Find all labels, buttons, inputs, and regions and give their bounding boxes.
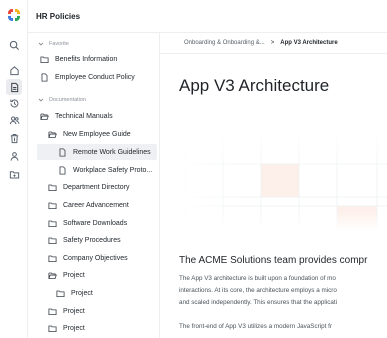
document-icon[interactable] (6, 79, 22, 95)
sidebar-item-remote-work-guidelines[interactable]: Remote Work Guidelines (37, 144, 157, 160)
folder-icon (56, 290, 65, 297)
folder-icon (48, 308, 57, 315)
paragraph-line: The App V3 architecture is built upon a … (179, 275, 336, 282)
folder-icon (40, 56, 49, 63)
sidebar-item-label: Employee Conduct Policy (55, 73, 135, 81)
breadcrumb-parent-link[interactable]: Onboarding & Onboarding &... (184, 40, 265, 46)
folder-icon (48, 220, 57, 227)
icon-rail (0, 0, 28, 338)
sidebar-item-label: Technical Manuals (55, 112, 113, 120)
folder-icon (48, 237, 57, 244)
file-icon (41, 72, 48, 82)
breadcrumb-separator: > (270, 40, 275, 46)
sidebar-item-project[interactable]: Project (56, 285, 93, 301)
folder-open-icon (48, 272, 57, 279)
folder-icon (48, 184, 57, 191)
sidebar-item-employee-conduct-policy[interactable]: Employee Conduct Policy (40, 69, 135, 85)
sidebar-item-new-employee-guide[interactable]: New Employee Guide (48, 126, 131, 142)
sidebar-item-department-directory[interactable]: Department Directory (48, 179, 130, 195)
app-logo[interactable] (7, 8, 21, 22)
sidebar-item-label: Project (63, 307, 85, 315)
breadcrumb: Onboarding & Onboarding &... > App V3 Ar… (160, 33, 387, 54)
paragraph-line: interactions. At its core, the architect… (179, 287, 337, 294)
paragraph-line: and scaled independently. This ensures t… (179, 299, 337, 306)
sidebar-item-label: Project (71, 289, 93, 297)
sidebar-item-label: Company Objectives (63, 254, 128, 262)
workspace-header: HR Policies (28, 0, 387, 33)
search-icon[interactable] (6, 37, 22, 53)
folder-icon (48, 325, 57, 332)
sidebar-item-project[interactable]: Project (48, 320, 85, 336)
file-icon (59, 165, 66, 175)
sidebar-item-label: Department Directory (63, 183, 130, 191)
paragraph-line: The front-end of App V3 utilizes a moder… (179, 323, 332, 330)
sidebar-item-label: Software Downloads (63, 219, 128, 227)
favorite-section-label: Favorite (49, 41, 69, 47)
folder-icon[interactable] (6, 166, 22, 182)
folder-icon (48, 202, 57, 209)
documentation-section-label: Documentation (49, 97, 86, 103)
sidebar-item-label: Career Advancement (63, 201, 129, 209)
folder-open-icon (48, 131, 57, 138)
sidebar-item-label: Safety Procedures (63, 236, 121, 244)
sidebar: Favorite Benefits Information Employee C… (28, 33, 160, 338)
person-icon[interactable] (6, 148, 22, 164)
document-view: Onboarding & Onboarding &... > App V3 Ar… (160, 33, 387, 338)
sidebar-item-career-advancement[interactable]: Career Advancement (48, 197, 129, 213)
favorite-section-toggle[interactable]: Favorite (38, 41, 69, 47)
trash-icon[interactable] (6, 130, 22, 146)
sidebar-item-benefits-information[interactable]: Benefits Information (40, 51, 117, 67)
file-icon (59, 147, 66, 157)
sidebar-item-label: Project (63, 271, 85, 279)
sidebar-item-workplace-safety-protocols[interactable]: Workplace Safety Proto... (58, 162, 152, 178)
history-icon[interactable] (6, 95, 22, 111)
section-heading: The ACME Solutions team provides compr (179, 255, 368, 266)
folder-open-icon (40, 113, 49, 120)
decorative-grid-image (180, 131, 387, 231)
sidebar-item-label: New Employee Guide (63, 130, 131, 138)
sidebar-item-safety-procedures[interactable]: Safety Procedures (48, 232, 121, 248)
sidebar-item-label: Project (63, 324, 85, 332)
chevron-down-icon (38, 42, 44, 46)
home-icon[interactable] (6, 62, 22, 78)
documentation-section-toggle[interactable]: Documentation (38, 97, 86, 103)
sidebar-item-project[interactable]: Project (48, 267, 85, 283)
users-icon[interactable] (6, 112, 22, 128)
sidebar-item-label: Workplace Safety Proto... (73, 166, 153, 174)
breadcrumb-current: App V3 Architecture (280, 40, 338, 46)
sidebar-item-software-downloads[interactable]: Software Downloads (48, 215, 127, 231)
sidebar-item-technical-manuals[interactable]: Technical Manuals (40, 108, 113, 124)
sidebar-item-label: Benefits Information (55, 55, 118, 63)
sidebar-item-label: Remote Work Guidelines (73, 148, 151, 156)
sidebar-item-project[interactable]: Project (48, 303, 85, 319)
folder-icon (48, 255, 57, 262)
workspace-title: HR Policies (36, 11, 81, 21)
sidebar-item-company-objectives[interactable]: Company Objectives (48, 250, 128, 266)
chevron-down-icon (38, 98, 44, 102)
page-title: App V3 Architecture (179, 76, 330, 95)
